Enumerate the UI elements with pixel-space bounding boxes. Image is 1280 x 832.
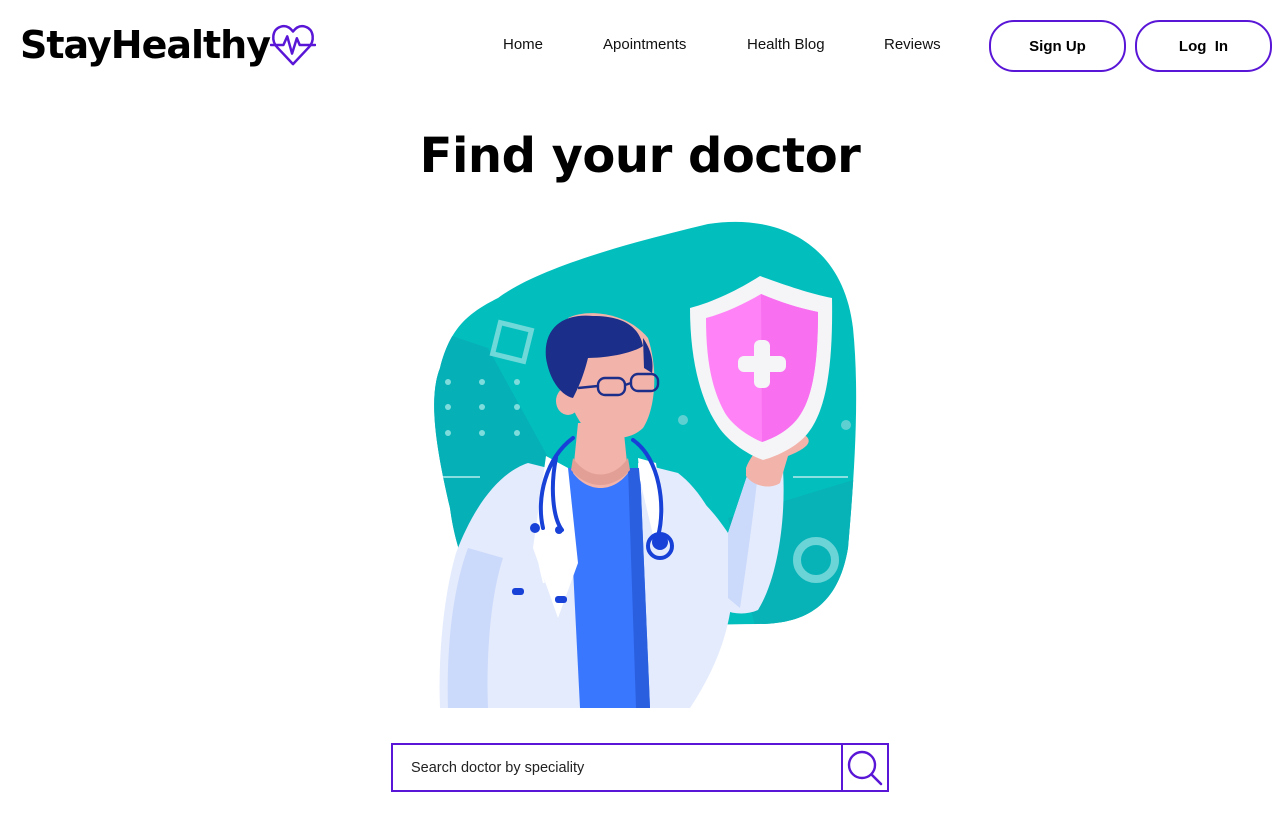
logo-text: StayHealthy: [20, 23, 271, 67]
search-button[interactable]: [841, 745, 887, 790]
page-title: Find your doctor: [419, 128, 861, 184]
nav-reviews[interactable]: Reviews: [884, 36, 941, 54]
nav-appointments[interactable]: Apointments: [603, 36, 686, 54]
search-icon: [847, 750, 883, 785]
search-bar: [391, 743, 889, 792]
doctor-with-shield-illustration: [434, 221, 857, 708]
nav-health-blog[interactable]: Health Blog: [747, 36, 825, 54]
sign-up-button[interactable]: Sign Up: [989, 20, 1126, 72]
search-input[interactable]: [393, 745, 841, 790]
nav-home[interactable]: Home: [503, 36, 543, 54]
logo[interactable]: StayHealthy: [20, 18, 317, 72]
heart-pulse-icon: [270, 24, 317, 66]
log-in-button[interactable]: Log In: [1135, 20, 1272, 72]
